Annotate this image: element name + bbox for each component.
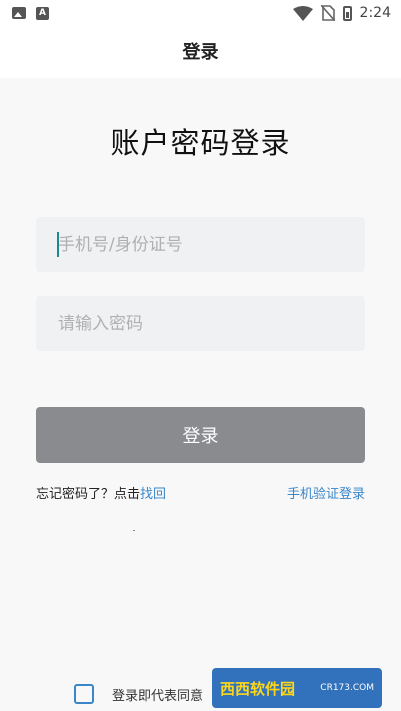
status-left-icons: A [12,7,49,20]
phone-id-input[interactable] [36,217,365,272]
wifi-icon [292,5,313,21]
agreement-text: 登录即代表同意 [112,688,204,704]
text-cursor [57,232,59,257]
status-time: 2:24 [359,5,391,21]
agreement-row: 登录即代表同意 [74,684,203,704]
login-button[interactable]: 登录 [36,407,365,463]
watermark-logo: 西西软件园 CR173.COM [212,668,382,708]
page-title: 登录 [182,42,219,63]
decorative-dot [133,530,135,531]
status-bar: A 2:24 [0,0,401,28]
no-sim-icon [320,5,335,21]
status-right-icons: 2:24 [292,5,391,21]
login-heading: 账户密码登录 [110,126,291,160]
image-icon [12,7,26,19]
text-a-icon: A [36,7,49,20]
watermark-title: 西西软件园 [220,679,296,698]
title-bar: 登录 [0,28,401,78]
password-input[interactable] [36,296,365,351]
battery-icon [342,5,352,21]
recover-password-link[interactable]: 找回 [140,487,166,502]
sms-login-link[interactable]: 手机验证登录 [287,483,365,502]
watermark-subtitle: CR173.COM [320,683,374,693]
forgot-password-text: 忘记密码了？点击找回 [36,483,166,502]
agree-checkbox[interactable] [74,684,94,704]
forgot-password-label: 忘记密码了？点击 [36,487,141,502]
